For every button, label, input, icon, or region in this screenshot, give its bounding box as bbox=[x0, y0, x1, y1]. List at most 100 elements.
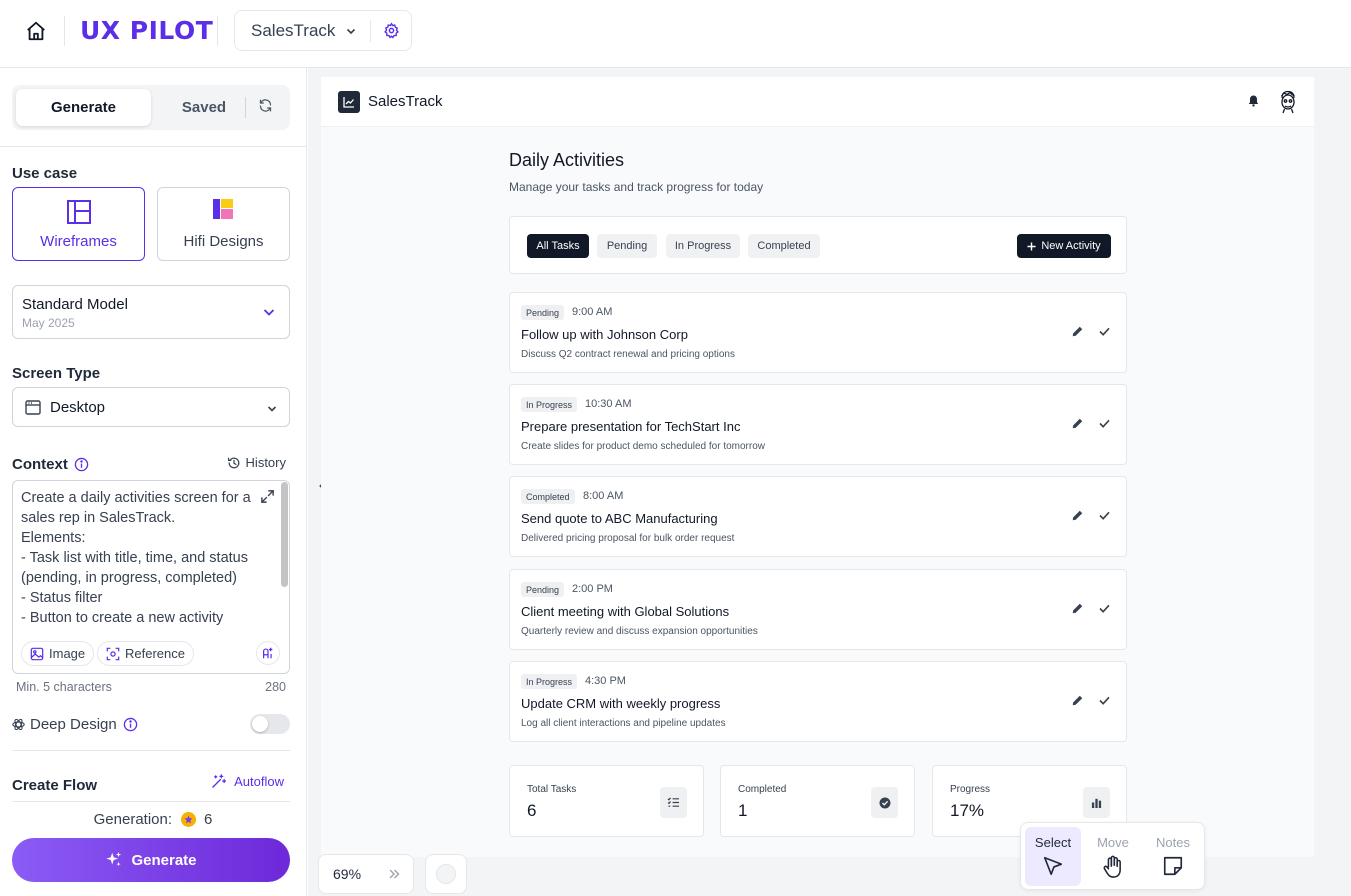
model-date: May 2025 bbox=[22, 316, 75, 330]
autoflow-button[interactable]: Autoflow bbox=[211, 774, 284, 789]
image-chip-label: Image bbox=[49, 646, 86, 661]
task-card[interactable]: Completed 8:00 AM Send quote to ABC Manu… bbox=[509, 476, 1127, 557]
autoflow-label: Autoflow bbox=[234, 774, 284, 789]
zoom-level: 69% bbox=[333, 866, 362, 882]
tab-saved[interactable]: Saved bbox=[162, 89, 246, 126]
generate-button[interactable]: Generate bbox=[12, 838, 290, 882]
tool-select[interactable]: Select bbox=[1025, 827, 1081, 886]
divider bbox=[0, 146, 306, 147]
task-description: Discuss Q2 contract renewal and pricing … bbox=[521, 349, 735, 360]
app-name: SalesTrack bbox=[368, 93, 443, 110]
task-card[interactable]: Pending 9:00 AM Follow up with Johnson C… bbox=[509, 292, 1127, 373]
reference-chip-label: Reference bbox=[125, 646, 185, 661]
tab-generate[interactable]: Generate bbox=[16, 89, 151, 126]
project-selector[interactable]: SalesTrack bbox=[234, 10, 412, 51]
divider bbox=[12, 750, 290, 751]
screen-type-selector[interactable]: Desktop bbox=[12, 387, 290, 427]
stat-label: Completed bbox=[738, 784, 787, 795]
min-characters-hint: Min. 5 characters bbox=[16, 680, 112, 694]
filter-pending[interactable]: Pending bbox=[597, 234, 657, 258]
screen-type-value: Desktop bbox=[50, 398, 106, 416]
pencil-icon[interactable] bbox=[1072, 695, 1083, 706]
app-header: SalesTrack bbox=[321, 77, 1314, 127]
deep-design-toggle[interactable] bbox=[250, 714, 290, 734]
context-textarea[interactable]: Create a daily activities screen for a s… bbox=[12, 480, 290, 674]
generation-label: Generation: bbox=[93, 811, 173, 828]
context-label: Context bbox=[12, 455, 68, 473]
model-name: Standard Model bbox=[22, 296, 128, 313]
check-icon[interactable] bbox=[1099, 696, 1110, 705]
history-button[interactable]: History bbox=[227, 455, 286, 470]
model-selector[interactable]: Standard Model May 2025 bbox=[12, 285, 290, 339]
check-icon[interactable] bbox=[1099, 327, 1110, 336]
task-title: Update CRM with weekly progress bbox=[521, 696, 721, 711]
filter-in-progress[interactable]: In Progress bbox=[666, 234, 740, 258]
task-card[interactable]: Pending 2:00 PM Client meeting with Glob… bbox=[509, 569, 1127, 650]
sparkles-icon bbox=[106, 851, 122, 867]
tool-label: Select bbox=[1034, 835, 1072, 850]
mode-tabs: Generate Saved bbox=[12, 85, 290, 130]
use-case-label: Hifi Designs bbox=[183, 232, 264, 250]
context-text[interactable]: Create a daily activities screen for a s… bbox=[21, 488, 257, 640]
status-badge: Completed bbox=[521, 489, 575, 504]
status-badge: Pending bbox=[521, 582, 565, 597]
use-case-label: Use case bbox=[12, 165, 78, 182]
page-subtitle: Manage your tasks and track progress for… bbox=[509, 180, 764, 194]
info-icon[interactable] bbox=[123, 717, 138, 732]
image-chip[interactable]: Image bbox=[21, 641, 95, 666]
task-time: 8:00 AM bbox=[583, 490, 624, 502]
info-icon[interactable] bbox=[74, 457, 89, 472]
deep-design-row: Deep Design bbox=[12, 714, 290, 734]
new-activity-button[interactable]: New Activity bbox=[1017, 234, 1111, 258]
expand-icon[interactable] bbox=[260, 489, 275, 504]
reference-chip[interactable]: Reference bbox=[97, 641, 194, 666]
task-card[interactable]: In Progress 10:30 AM Prepare presentatio… bbox=[509, 384, 1127, 465]
ai-enhance-button[interactable] bbox=[256, 641, 280, 665]
check-icon[interactable] bbox=[1099, 604, 1110, 613]
check-icon[interactable] bbox=[1099, 419, 1110, 428]
new-activity-label: New Activity bbox=[1041, 240, 1101, 252]
tool-move[interactable]: Move bbox=[1085, 827, 1141, 886]
stat-value: 6 bbox=[527, 801, 537, 820]
task-title: Prepare presentation for TechStart Inc bbox=[521, 419, 741, 434]
refresh-icon[interactable] bbox=[258, 98, 274, 116]
hifi-palette-icon bbox=[212, 198, 235, 225]
zoom-control[interactable]: 69% bbox=[318, 854, 414, 894]
autoflow-icon bbox=[212, 774, 227, 788]
task-card[interactable]: In Progress 4:30 PM Update CRM with week… bbox=[509, 661, 1127, 742]
color-swatch-button[interactable] bbox=[425, 854, 467, 894]
top-bar: UX PILOT SalesTrack bbox=[0, 0, 1351, 68]
character-count: 280 bbox=[265, 680, 286, 694]
divider bbox=[12, 801, 290, 802]
filter-all-tasks[interactable]: All Tasks bbox=[527, 234, 589, 258]
stat-card-completed: Completed 1 bbox=[720, 765, 915, 837]
canvas[interactable]: SalesTrack Daily Activities Manage your … bbox=[308, 68, 1351, 896]
tool-notes[interactable]: Notes bbox=[1145, 827, 1201, 886]
use-case-wireframes[interactable]: Wireframes bbox=[12, 187, 145, 261]
pencil-icon[interactable] bbox=[1072, 510, 1083, 521]
task-title: Send quote to ABC Manufacturing bbox=[521, 511, 718, 526]
scrollbar[interactable] bbox=[281, 482, 288, 587]
use-case-label: Wireframes bbox=[40, 232, 117, 250]
filter-completed[interactable]: Completed bbox=[748, 234, 820, 258]
use-case-hifi[interactable]: Hifi Designs bbox=[157, 187, 290, 261]
note-icon bbox=[1162, 855, 1184, 877]
gear-icon[interactable] bbox=[383, 22, 400, 39]
stat-label: Total Tasks bbox=[527, 784, 577, 795]
home-button[interactable] bbox=[22, 18, 50, 44]
bar-chart-icon bbox=[1083, 787, 1110, 818]
avatar[interactable] bbox=[1278, 90, 1298, 114]
check-icon[interactable] bbox=[1099, 511, 1110, 520]
ai-sparkle-icon bbox=[263, 647, 273, 659]
divider bbox=[217, 16, 218, 46]
color-swatch bbox=[436, 864, 456, 884]
pencil-icon[interactable] bbox=[1072, 418, 1083, 429]
bell-icon[interactable] bbox=[1248, 95, 1259, 107]
task-description: Log all client interactions and pipeline… bbox=[521, 718, 726, 729]
stat-label: Progress bbox=[950, 784, 991, 795]
double-chevron-right-icon[interactable] bbox=[387, 867, 401, 881]
pencil-icon[interactable] bbox=[1072, 326, 1083, 337]
generated-screen[interactable]: SalesTrack Daily Activities Manage your … bbox=[321, 77, 1314, 857]
brand-logo: UX PILOT bbox=[80, 16, 214, 45]
pencil-icon[interactable] bbox=[1072, 603, 1083, 614]
